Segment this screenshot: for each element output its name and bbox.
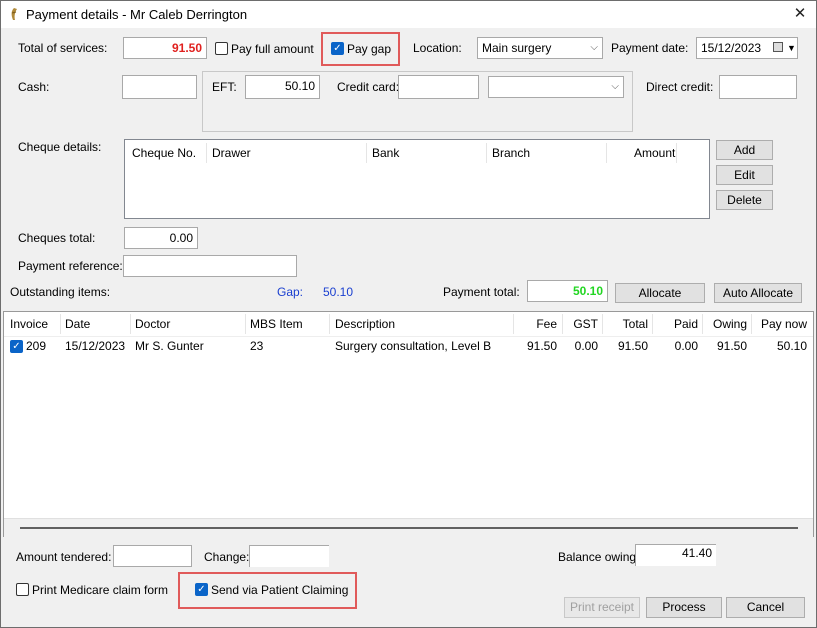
outstanding-items-label: Outstanding items:	[10, 285, 111, 299]
cancel-button[interactable]: Cancel	[726, 597, 805, 618]
cheque-col-branch[interactable]: Branch	[492, 146, 530, 160]
eft-input[interactable]: 50.10	[245, 75, 320, 99]
process-button[interactable]: Process	[646, 597, 722, 618]
payment-details-dialog: Payment details - Mr Caleb Derrington ✕ …	[0, 0, 817, 628]
cash-input[interactable]	[122, 75, 197, 99]
gap-value: 50.10	[323, 285, 354, 299]
cell-doctor: Mr S. Gunter	[135, 339, 204, 353]
location-label: Location:	[413, 41, 462, 55]
pay-gap-checkbox[interactable]: ✓	[331, 42, 344, 55]
payment-reference-label: Payment reference:	[18, 259, 123, 273]
cell-date: 15/12/2023	[65, 339, 126, 353]
cell-total: 91.50	[617, 339, 648, 353]
horizontal-scrollbar[interactable]	[4, 518, 813, 537]
col-total[interactable]: Total	[604, 312, 648, 336]
col-doctor[interactable]: Doctor	[135, 312, 170, 336]
col-mbs-item[interactable]: MBS Item	[250, 312, 303, 336]
cell-owing: 91.50	[716, 339, 747, 353]
balance-owing-label: Balance owing:	[558, 550, 640, 564]
chevron-down-icon: ⌵	[611, 81, 619, 92]
col-pay-now[interactable]: Pay now	[754, 312, 807, 336]
gap-label: Gap:	[277, 285, 304, 299]
cheque-details-label: Cheque details:	[18, 140, 102, 154]
cheque-col-bank[interactable]: Bank	[372, 146, 399, 160]
cheques-total-label: Cheques total:	[18, 231, 96, 245]
cell-mbs-item: 23	[250, 339, 264, 353]
cell-pay-now[interactable]: 50.10	[754, 336, 807, 356]
outstanding-items-table[interactable]: Invoice Date Doctor MBS Item Description…	[3, 311, 814, 537]
cheque-col-no[interactable]: Cheque No.	[132, 146, 196, 160]
col-owing[interactable]: Owing	[704, 312, 747, 336]
cell-gst: 0.00	[574, 339, 598, 353]
credit-card-input[interactable]	[398, 75, 479, 99]
direct-credit-input[interactable]	[719, 75, 797, 99]
cheque-col-amount[interactable]: Amount	[634, 146, 675, 160]
window-title: Payment details - Mr Caleb Derrington	[26, 7, 248, 22]
col-invoice[interactable]: Invoice	[10, 312, 48, 336]
amount-tendered-label: Amount tendered:	[16, 550, 112, 564]
cell-paid: 0.00	[674, 339, 698, 353]
col-date[interactable]: Date	[65, 312, 90, 336]
total-services-label: Total of services:	[18, 41, 108, 55]
eft-label: EFT:	[212, 80, 237, 94]
cell-fee: 91.50	[526, 339, 557, 353]
print-medicare-checkbox[interactable]	[16, 583, 29, 596]
cell-description: Surgery consultation, Level B	[335, 339, 492, 353]
cheques-total-field: 0.00	[124, 227, 198, 249]
payment-total-field: 50.10	[527, 280, 608, 302]
credit-card-type-select[interactable]: ⌵	[488, 76, 624, 98]
change-label: Change:	[204, 550, 250, 564]
pay-full-amount-label: Pay full amount	[231, 42, 314, 56]
col-fee[interactable]: Fee	[514, 312, 557, 336]
title-bar: Payment details - Mr Caleb Derrington ✕	[1, 1, 816, 28]
add-cheque-button[interactable]: Add	[716, 140, 773, 160]
print-receipt-button[interactable]: Print receipt	[564, 597, 640, 618]
change-field	[249, 545, 329, 567]
close-icon[interactable]: ✕	[786, 3, 814, 25]
location-value: Main surgery	[482, 41, 552, 55]
payment-date-value: 15/12/2023	[701, 41, 762, 55]
edit-cheque-button[interactable]: Edit	[716, 165, 773, 185]
amount-tendered-input[interactable]	[113, 545, 192, 567]
total-services-field: 91.50	[123, 37, 207, 59]
pay-gap-label: Pay gap	[347, 42, 392, 56]
credit-card-label: Credit card:	[337, 80, 400, 94]
table-row[interactable]: ✓ 209 15/12/2023 Mr S. Gunter 23 Surgery…	[4, 336, 813, 356]
delete-cheque-button[interactable]: Delete	[716, 190, 773, 210]
row-select-checkbox[interactable]: ✓	[10, 340, 23, 353]
print-medicare-label: Print Medicare claim form	[32, 583, 169, 597]
payment-reference-input[interactable]	[123, 255, 297, 277]
col-description[interactable]: Description	[335, 312, 395, 336]
pay-full-amount-checkbox[interactable]	[215, 42, 228, 55]
auto-allocate-button[interactable]: Auto Allocate	[714, 283, 802, 303]
allocate-button[interactable]: Allocate	[615, 283, 705, 303]
table-header: Invoice Date Doctor MBS Item Description…	[4, 312, 813, 337]
cheque-list[interactable]: Cheque No. Drawer Bank Branch Amount	[124, 139, 710, 219]
payment-date-label: Payment date:	[611, 41, 689, 55]
dropdown-arrow-icon[interactable]: ▼	[787, 38, 796, 58]
balance-owing-field: 41.40	[635, 544, 716, 566]
cheque-col-drawer[interactable]: Drawer	[212, 146, 251, 160]
scrollbar-thumb[interactable]	[20, 527, 798, 529]
app-logo-icon	[11, 8, 17, 20]
send-patient-claiming-label: Send via Patient Claiming	[211, 583, 349, 597]
cell-invoice: 209	[26, 339, 47, 353]
col-paid[interactable]: Paid	[654, 312, 698, 336]
location-select[interactable]: Main surgery ⌵	[477, 37, 603, 59]
payment-date-picker[interactable]: 15/12/2023 ▼	[696, 37, 798, 59]
cash-label: Cash:	[18, 80, 50, 94]
payment-total-label: Payment total:	[443, 285, 520, 299]
chevron-down-icon: ⌵	[590, 42, 598, 53]
direct-credit-label: Direct credit:	[646, 80, 714, 94]
calendar-icon[interactable]	[773, 42, 783, 52]
send-patient-claiming-checkbox[interactable]: ✓	[195, 583, 208, 596]
col-gst[interactable]: GST	[564, 312, 598, 336]
